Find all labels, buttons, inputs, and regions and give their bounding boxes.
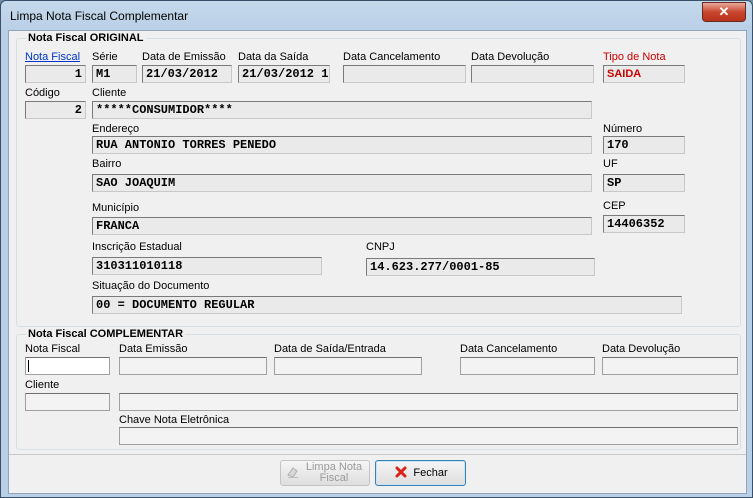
field-situacao-documento: 00 = DOCUMENTO REGULAR <box>92 296 682 314</box>
field-municipio: FRANCA <box>92 217 592 235</box>
label-endereco: Endereço <box>92 123 140 135</box>
label-uf: UF <box>603 158 618 170</box>
field-codigo: 2 <box>25 101 86 119</box>
field-inscricao-estadual: 310311010118 <box>92 257 322 275</box>
comp-nota-fiscal-input[interactable] <box>25 357 110 375</box>
label-numero: Número <box>603 123 643 135</box>
label-cliente: Cliente <box>92 87 127 99</box>
fechar-button[interactable]: Fechar <box>375 460 466 486</box>
group-original-title: Nota Fiscal ORIGINAL <box>26 32 146 44</box>
close-window-button[interactable]: ✕ <box>702 2 746 22</box>
label-data-saida: Data da Saída <box>238 51 309 63</box>
field-endereco: RUA ANTONIO TORRES PENEDO <box>92 136 592 154</box>
label-comp-nota-fiscal: Nota Fiscal <box>25 343 81 355</box>
label-comp-data-emissao: Data Emissão <box>119 343 188 355</box>
label-situacao-documento: Situação do Documento <box>92 280 210 292</box>
label-comp-data-devolucao: Data Devolução <box>602 343 681 355</box>
label-serie: Série <box>92 51 118 63</box>
label-bairro: Bairro <box>92 158 122 170</box>
label-cnpj: CNPJ <box>366 241 395 253</box>
limpa-nota-fiscal-label: Limpa Nota Fiscal <box>305 461 363 484</box>
comp-data-cancelamento-input[interactable] <box>460 357 595 375</box>
footer-separator <box>9 454 746 455</box>
title-bar[interactable]: Limpa Nota Fiscal Complementar ✕ <box>1 1 752 31</box>
label-municipio: Município <box>92 202 140 214</box>
field-cnpj: 14.623.277/0001-85 <box>366 258 595 276</box>
limpa-nota-fiscal-button[interactable]: Limpa Nota Fiscal <box>280 460 370 486</box>
dialog-body: Nota Fiscal ORIGINAL Nota Fiscal Série D… <box>8 30 747 494</box>
window-title: Limpa Nota Fiscal Complementar <box>10 9 189 23</box>
comp-cliente-nome-input[interactable] <box>119 393 738 411</box>
comp-cliente-codigo-input[interactable] <box>25 393 110 411</box>
close-icon: ✕ <box>718 4 730 19</box>
field-uf: SP <box>603 174 685 192</box>
field-tipo-nota: SAIDA <box>603 65 685 83</box>
field-cliente: *****CONSUMIDOR**** <box>92 101 592 119</box>
comp-chave-input[interactable] <box>119 427 738 445</box>
field-serie: M1 <box>92 65 137 83</box>
label-data-cancelamento: Data Cancelamento <box>343 51 441 63</box>
comp-data-devolucao-input[interactable] <box>602 357 738 375</box>
field-cep: 14406352 <box>603 215 685 233</box>
label-comp-data-saida-entrada: Data de Saída/Entrada <box>274 343 386 355</box>
fechar-label: Fechar <box>413 467 448 479</box>
label-data-devolucao: Data Devolução <box>471 51 550 63</box>
label-comp-cliente: Cliente <box>25 379 60 391</box>
group-complementar-title: Nota Fiscal COMPLEMENTAR <box>26 328 186 340</box>
field-data-saida: 21/03/2012 13 <box>238 65 330 83</box>
field-data-devolucao <box>471 65 594 83</box>
close-icon <box>393 465 409 482</box>
label-codigo: Código <box>25 87 60 99</box>
field-data-emissao: 21/03/2012 <box>142 65 232 83</box>
eraser-icon <box>285 465 301 482</box>
label-data-emissao: Data de Emissão <box>142 51 226 63</box>
field-nota-fiscal: 1 <box>25 65 86 83</box>
label-cep: CEP <box>603 200 626 212</box>
label-tipo-nota: Tipo de Nota <box>603 51 666 63</box>
dialog-window: Limpa Nota Fiscal Complementar ✕ Nota Fi… <box>0 0 753 498</box>
comp-data-saida-entrada-input[interactable] <box>274 357 422 375</box>
field-bairro: SAO JOAQUIM <box>92 174 592 192</box>
field-data-cancelamento <box>343 65 466 83</box>
comp-data-emissao-input[interactable] <box>119 357 267 375</box>
label-comp-data-cancelamento: Data Cancelamento <box>460 343 558 355</box>
label-nota-fiscal[interactable]: Nota Fiscal <box>25 51 80 63</box>
field-numero: 170 <box>603 136 685 154</box>
text-caret <box>28 360 29 372</box>
label-inscricao-estadual: Inscrição Estadual <box>92 241 182 253</box>
label-comp-chave: Chave Nota Eletrônica <box>119 414 230 426</box>
